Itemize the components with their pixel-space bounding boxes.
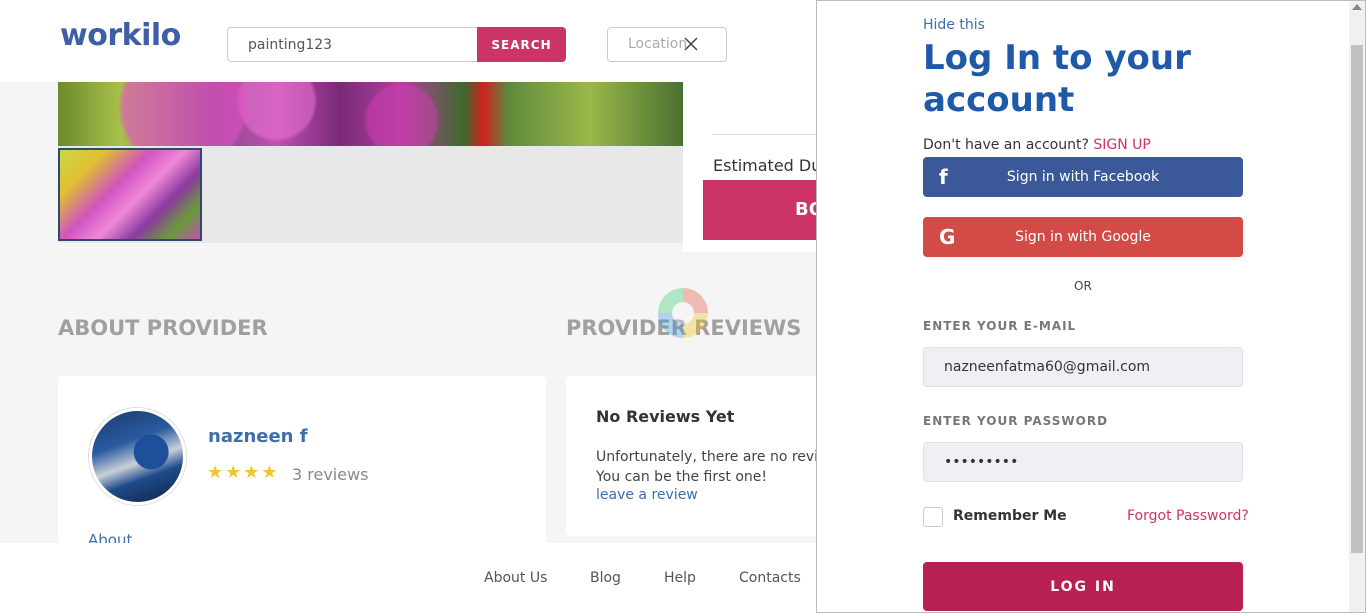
estimated-duration-label: Estimated Dur — [713, 156, 828, 175]
leave-review-link[interactable]: leave a review — [596, 487, 698, 503]
no-reviews-line1: Unfortunately, there are no review — [596, 449, 839, 465]
footer-link-blog[interactable]: Blog — [590, 570, 621, 586]
footer-link-about-us[interactable]: About Us — [484, 570, 547, 586]
location-placeholder: Location — [628, 36, 688, 52]
signup-link[interactable]: SIGN UP — [1093, 137, 1150, 153]
login-title: Log In to your account — [923, 38, 1191, 120]
login-button[interactable]: LOG IN — [923, 562, 1243, 611]
no-reviews-line2: You can be the first one! — [596, 469, 768, 485]
remember-me-label[interactable]: Remember Me — [953, 508, 1067, 524]
search-input[interactable] — [227, 27, 479, 62]
email-field[interactable] — [923, 347, 1243, 387]
forgot-password-link[interactable]: Forgot Password? — [1127, 508, 1249, 524]
footer-link-contacts[interactable]: Contacts — [739, 570, 801, 586]
facebook-icon: f — [939, 165, 948, 189]
reviews-count: 3 reviews — [292, 465, 369, 484]
workilo-logo[interactable]: workilo — [60, 18, 181, 53]
signup-prompt-text: Don't have an account? — [923, 137, 1089, 153]
or-divider: OR — [1074, 279, 1092, 293]
gallery-thumbnail[interactable] — [58, 148, 202, 241]
provider-name[interactable]: nazneen f — [208, 426, 308, 447]
loading-spinner-icon — [658, 288, 708, 338]
modal-scrollbar-thumb[interactable] — [1351, 45, 1363, 553]
about-provider-title: ABOUT PROVIDER — [58, 316, 268, 340]
signup-prompt: Don't have an account? SIGN UP — [923, 137, 1151, 153]
email-label: ENTER YOUR E-MAIL — [923, 319, 1077, 333]
hide-this-link[interactable]: Hide this — [923, 17, 985, 33]
rating-stars-icon: ★★★★ — [207, 462, 280, 482]
location-field[interactable]: Location — [607, 27, 727, 62]
facebook-signin-label: Sign in with Facebook — [1006, 169, 1160, 185]
book-button[interactable]: BO — [703, 180, 823, 240]
google-signin-button[interactable]: G Sign in with Google — [923, 217, 1243, 257]
no-reviews-text: Unfortunately, there are no review You c… — [596, 447, 838, 487]
google-signin-label: Sign in with Google — [1015, 229, 1151, 245]
booking-divider — [712, 134, 822, 135]
remember-me-checkbox[interactable] — [923, 507, 943, 527]
google-icon: G — [939, 225, 956, 249]
password-field[interactable] — [923, 442, 1243, 482]
scroll-up-arrow-icon[interactable] — [1352, 4, 1362, 10]
gallery-main-image — [58, 82, 683, 146]
no-reviews-heading: No Reviews Yet — [596, 407, 735, 426]
search-button[interactable]: SEARCH — [477, 27, 566, 62]
footer-link-help[interactable]: Help — [664, 570, 696, 586]
provider-avatar — [89, 408, 186, 505]
password-label: ENTER YOUR PASSWORD — [923, 414, 1109, 428]
facebook-signin-button[interactable]: f Sign in with Facebook — [923, 157, 1243, 197]
close-icon[interactable] — [684, 37, 698, 51]
